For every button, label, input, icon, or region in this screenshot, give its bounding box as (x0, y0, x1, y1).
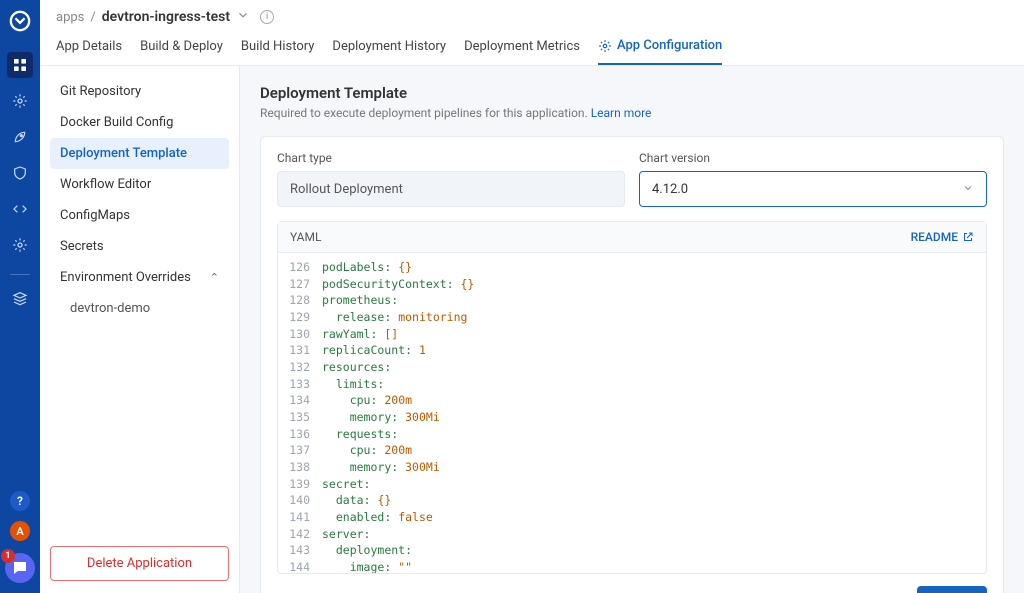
tab-app-configuration-label: App Configuration (617, 38, 722, 53)
breadcrumb-separator: / (90, 10, 95, 25)
chart-type-text: Rollout Deployment (290, 182, 403, 197)
icon-rail: ? A 1 (0, 0, 40, 593)
editor-line[interactable]: 139secret: (278, 476, 986, 493)
editor-line[interactable]: 128prometheus: (278, 292, 986, 309)
chart-version-text: 4.12.0 (652, 182, 688, 197)
main: apps / devtron-ingress-test i App Detail… (40, 0, 1024, 593)
sidebar-item-secrets[interactable]: Secrets (50, 231, 229, 262)
chart-version-select[interactable]: 4.12.0 (639, 171, 987, 207)
tabs: App Details Build & Deploy Build History… (40, 30, 1024, 66)
breadcrumb-parent[interactable]: apps (56, 10, 84, 25)
editor-line[interactable]: 131replicaCount: 1 (278, 342, 986, 359)
readme-link-text: README (911, 230, 958, 244)
tab-deployment-metrics[interactable]: Deployment Metrics (464, 30, 580, 65)
editor-line[interactable]: 136 requests: (278, 426, 986, 443)
editor: YAML README 126podLabels: {}127podSecuri… (277, 221, 987, 574)
sidebar-env-overrides-label: Environment Overrides (60, 270, 191, 285)
app-switcher-chevron-icon[interactable] (236, 8, 250, 26)
page-subtitle: Required to execute deployment pipelines… (260, 106, 1004, 120)
gear-icon (598, 39, 612, 53)
editor-line[interactable]: 141 enabled: false (278, 509, 986, 526)
yaml-editor[interactable]: 126podLabels: {}127podSecurityContext: {… (278, 253, 986, 573)
editor-line[interactable]: 129 release: monitoring (278, 309, 986, 326)
page-title: Deployment Template (260, 84, 1004, 102)
editor-line[interactable]: 143 deployment: (278, 542, 986, 559)
editor-line[interactable]: 142server: (278, 526, 986, 543)
chevron-up-icon: ⌃ (210, 271, 219, 284)
settings-icon[interactable] (7, 232, 33, 258)
delete-application-button[interactable]: Delete Application (50, 546, 229, 581)
sidebar-item-docker[interactable]: Docker Build Config (50, 107, 229, 138)
security-icon[interactable] (7, 160, 33, 186)
tab-deployment-history[interactable]: Deployment History (332, 30, 446, 65)
editor-line[interactable]: 140 data: {} (278, 492, 986, 509)
editor-line[interactable]: 127podSecurityContext: {} (278, 276, 986, 293)
editor-line[interactable]: 134 cpu: 200m (278, 392, 986, 409)
editor-line[interactable]: 144 image: "" (278, 559, 986, 573)
rocket-icon[interactable] (7, 124, 33, 150)
editor-line[interactable]: 137 cpu: 200m (278, 442, 986, 459)
yaml-label: YAML (290, 230, 321, 244)
stack-icon[interactable] (7, 285, 33, 311)
logo-icon[interactable] (7, 8, 33, 34)
sidebar-env-item[interactable]: devtron-demo (50, 293, 229, 324)
tab-build-deploy[interactable]: Build & Deploy (140, 30, 223, 65)
sidebar-item-env-overrides[interactable]: Environment Overrides ⌃ (50, 262, 229, 293)
readme-link[interactable]: README (911, 230, 974, 244)
sidebar-item-template[interactable]: Deployment Template (50, 138, 229, 169)
editor-line[interactable]: 135 memory: 300Mi (278, 409, 986, 426)
tab-build-history[interactable]: Build History (241, 30, 315, 65)
content: Deployment Template Required to execute … (240, 66, 1024, 593)
editor-line[interactable]: 130rawYaml: [] (278, 326, 986, 343)
learn-more-link[interactable]: Learn more (591, 106, 652, 120)
rail-divider (10, 274, 30, 275)
chat-badge: 1 (1, 549, 15, 563)
sidebar-item-git[interactable]: Git Repository (50, 76, 229, 107)
page-subtitle-text: Required to execute deployment pipelines… (260, 106, 591, 120)
code-icon[interactable] (7, 196, 33, 222)
breadcrumb-app: devtron-ingress-test (102, 9, 230, 25)
chat-icon[interactable]: 1 (5, 553, 35, 583)
tab-app-details[interactable]: App Details (56, 30, 122, 65)
help-icon[interactable]: ? (10, 491, 30, 511)
external-link-icon (962, 231, 974, 243)
chart-type-value: Rollout Deployment (277, 171, 625, 207)
chart-type-label: Chart type (277, 151, 625, 165)
avatar[interactable]: A (10, 521, 30, 541)
editor-line[interactable]: 132resources: (278, 359, 986, 376)
info-icon[interactable]: i (260, 10, 274, 24)
tab-app-configuration[interactable]: App Configuration (598, 30, 722, 65)
chevron-down-icon (962, 182, 974, 197)
editor-line[interactable]: 133 limits: (278, 376, 986, 393)
save-button[interactable]: Save (917, 586, 987, 593)
breadcrumb: apps / devtron-ingress-test i (40, 0, 1024, 30)
chart-version-label: Chart version (639, 151, 987, 165)
sidebar: Git Repository Docker Build Config Deplo… (40, 66, 240, 593)
editor-line[interactable]: 138 memory: 300Mi (278, 459, 986, 476)
template-card: Chart type Rollout Deployment Chart vers… (260, 136, 1004, 593)
sidebar-item-workflow[interactable]: Workflow Editor (50, 169, 229, 200)
helm-icon[interactable] (7, 88, 33, 114)
sidebar-item-configmaps[interactable]: ConfigMaps (50, 200, 229, 231)
editor-line[interactable]: 126podLabels: {} (278, 259, 986, 276)
apps-icon[interactable] (7, 52, 33, 78)
